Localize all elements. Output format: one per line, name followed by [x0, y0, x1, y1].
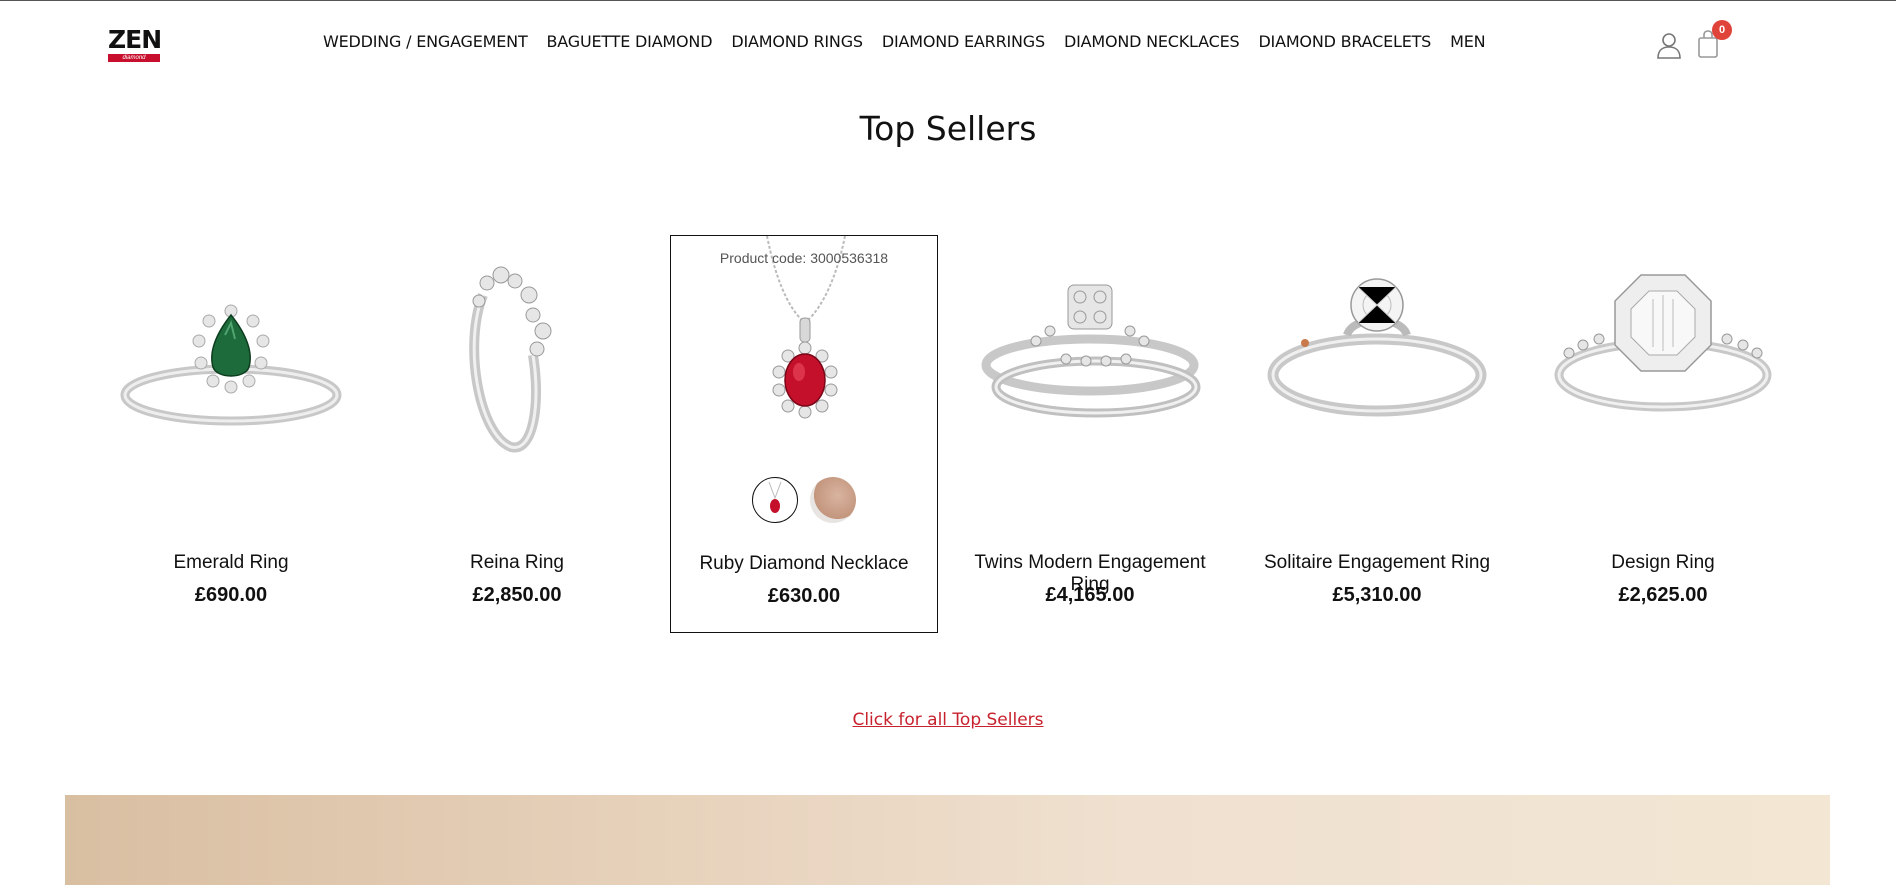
nav-diamond-rings[interactable]: DIAMOND RINGS [731, 32, 863, 51]
logo-subtext: diamond [108, 54, 160, 62]
thumbnail-worn[interactable] [810, 477, 856, 523]
nav-men[interactable]: MEN [1450, 32, 1485, 51]
product-card-solitaire-ring[interactable]: Solitaire Engagement Ring £5,310.00 [1243, 235, 1511, 633]
nav-wedding-engagement[interactable]: WEDDING / ENGAGEMENT [323, 32, 528, 51]
reina-ring-image[interactable] [383, 235, 651, 475]
nav-diamond-necklaces[interactable]: DIAMOND NECKLACES [1064, 32, 1240, 51]
product-card-emerald-ring[interactable]: Emerald Ring £690.00 [97, 235, 365, 633]
thumbnail-necklace[interactable] [752, 477, 798, 523]
ruby-necklace-image[interactable] [671, 235, 939, 476]
twins-ring-image[interactable] [956, 235, 1224, 475]
product-card-design-ring[interactable]: Design Ring £2,625.00 [1529, 235, 1797, 633]
product-card-twins-ring[interactable]: Twins Modern Engagement Ring £4,165.00 [956, 235, 1224, 633]
product-name[interactable]: Reina Ring [383, 552, 651, 574]
solitaire-ring-image[interactable] [1243, 235, 1511, 475]
brand-logo[interactable]: ZEN diamond [108, 25, 164, 62]
product-card-reina-ring[interactable]: Reina Ring £2,850.00 [383, 235, 651, 633]
all-top-sellers-link-wrap: Click for all Top Sellers [0, 710, 1896, 730]
image-thumbnails [671, 477, 937, 523]
emerald-ring-image[interactable] [97, 235, 365, 475]
cart-count-badge: 0 [1712, 20, 1732, 40]
promo-banner[interactable] [65, 795, 1830, 885]
product-name[interactable]: Design Ring [1529, 552, 1797, 574]
product-price: £2,625.00 [1618, 584, 1708, 606]
product-price: £690.00 [194, 584, 268, 606]
nav-diamond-earrings[interactable]: DIAMOND EARRINGS [882, 32, 1045, 51]
product-name[interactable]: Ruby Diamond Necklace [671, 553, 937, 575]
product-card-ruby-necklace[interactable]: Product code: 3000536318 Ruby Diamond Ne… [670, 235, 938, 633]
nav-baguette-diamond[interactable]: BAGUETTE DIAMOND [547, 32, 713, 51]
section-title: Top Sellers [859, 109, 1037, 148]
product-name[interactable]: Emerald Ring [97, 552, 365, 574]
logo-text: ZEN [108, 25, 162, 54]
design-ring-image[interactable] [1529, 235, 1797, 475]
product-price: £2,850.00 [472, 584, 562, 606]
user-account-icon[interactable] [1656, 31, 1682, 59]
main-nav: WEDDING / ENGAGEMENT BAGUETTE DIAMOND DI… [323, 32, 1504, 51]
product-price: £5,310.00 [1332, 584, 1422, 606]
product-code: Product code: 3000536318 [719, 250, 889, 266]
nav-diamond-bracelets[interactable]: DIAMOND BRACELETS [1258, 32, 1431, 51]
product-name[interactable]: Solitaire Engagement Ring [1243, 552, 1511, 574]
all-top-sellers-link[interactable]: Click for all Top Sellers [852, 710, 1043, 730]
product-price: £630.00 [767, 585, 841, 607]
product-price: £4,165.00 [1045, 584, 1135, 606]
